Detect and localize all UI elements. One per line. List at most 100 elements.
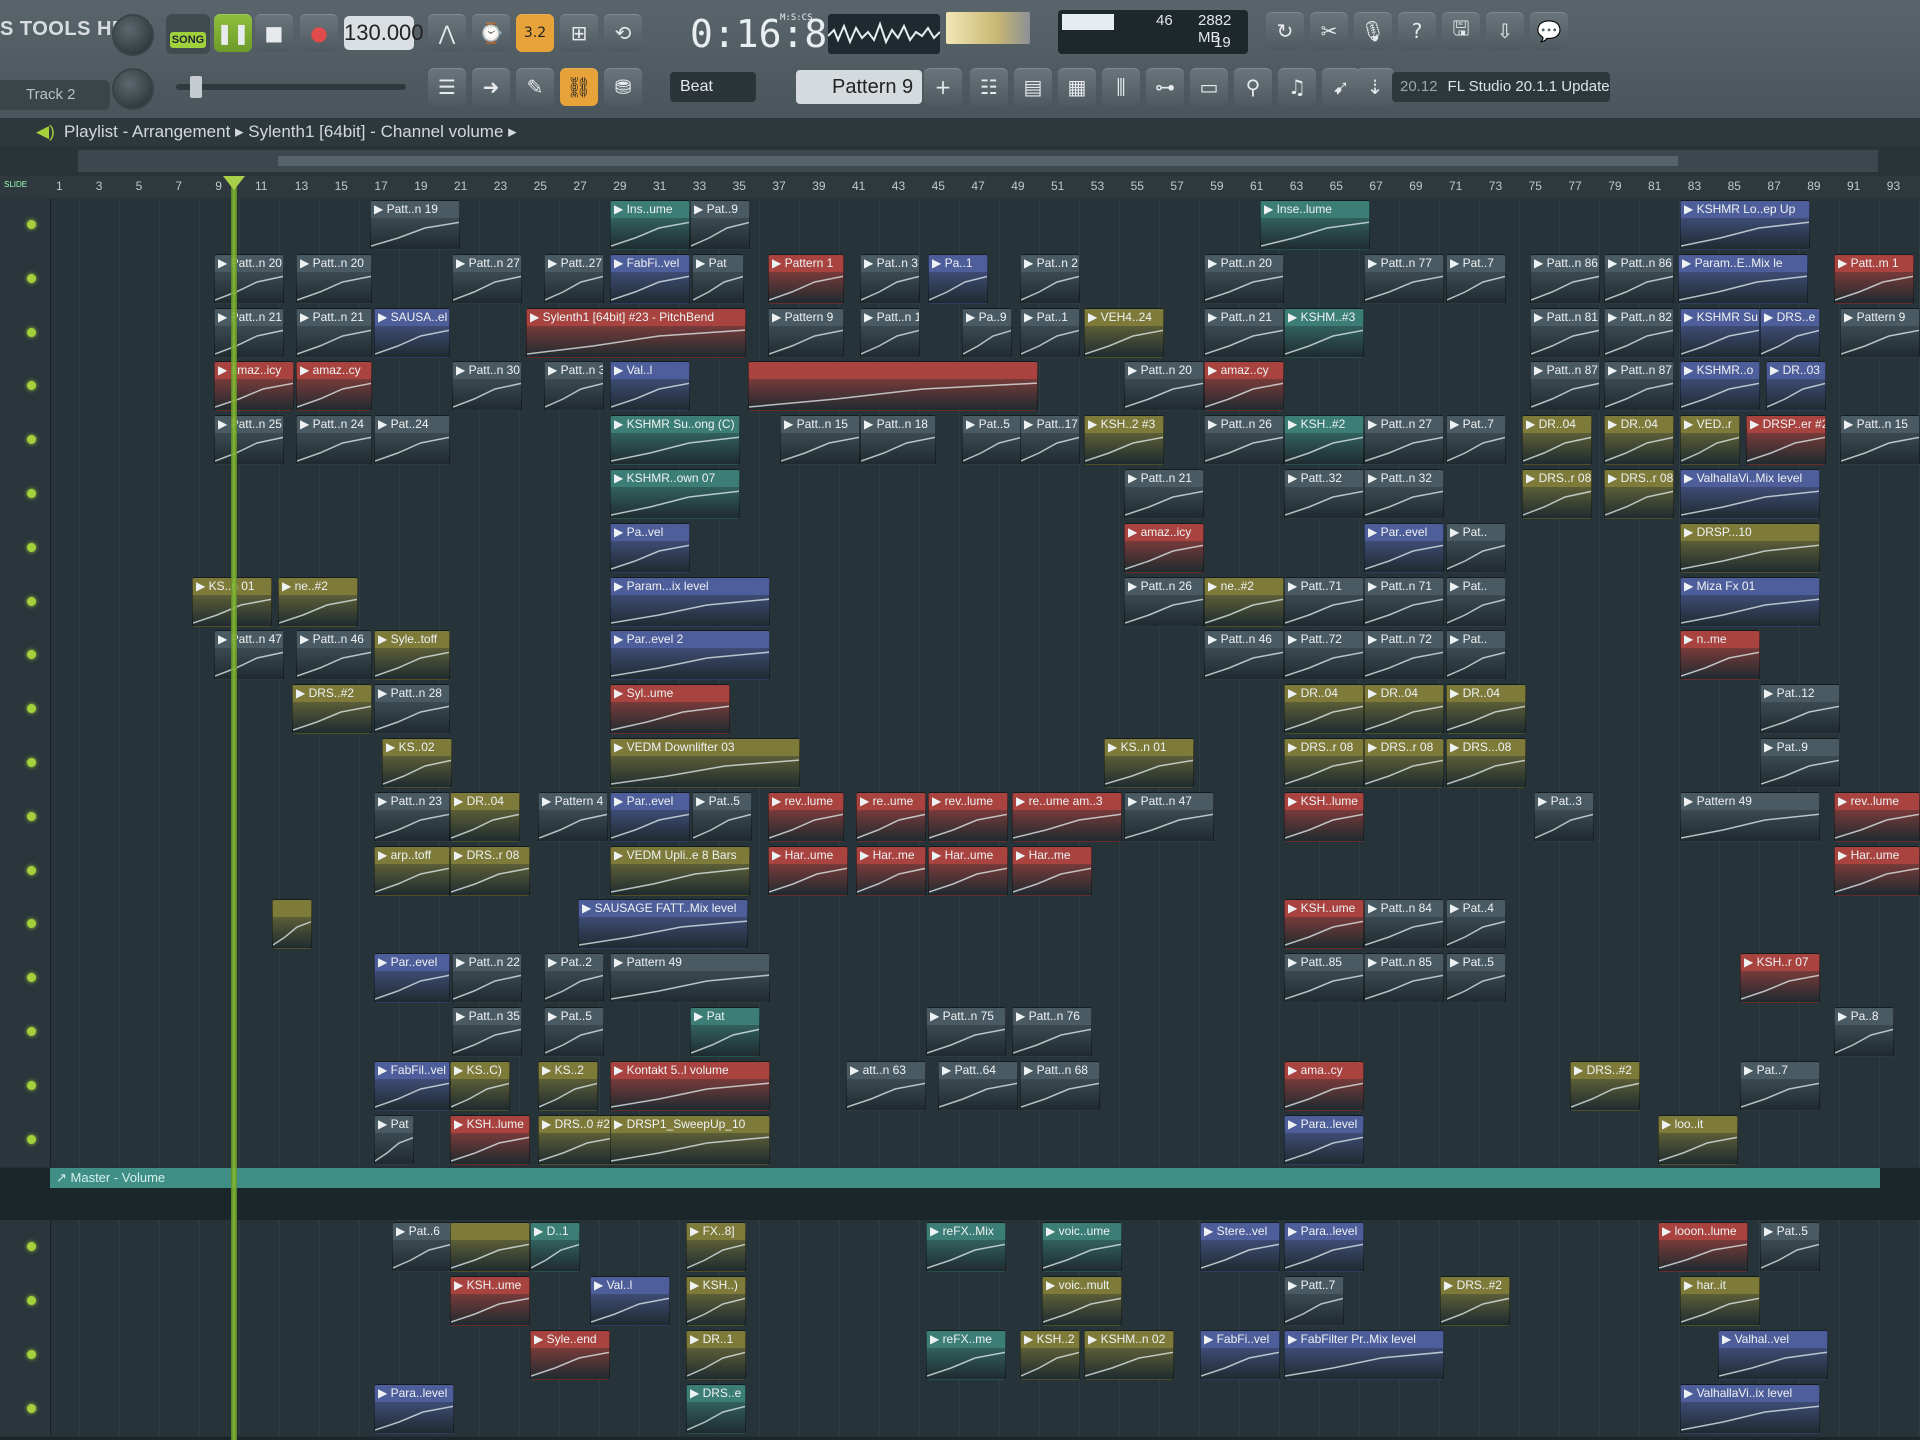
add-pattern-button[interactable]: + xyxy=(924,68,962,106)
pattern-clip[interactable]: ▶ Pat..5 xyxy=(692,791,752,842)
save-icon[interactable]: 🖫 xyxy=(1442,12,1480,50)
pattern-clip[interactable] xyxy=(450,1222,530,1273)
cut-icon[interactable]: ✂ xyxy=(1310,12,1348,50)
pattern-clip[interactable]: ▶ Har..ume xyxy=(1834,845,1920,896)
pattern-clip[interactable]: ▶ Patt..n 22 xyxy=(452,953,522,1004)
pattern-clip[interactable]: ▶ DR..04 xyxy=(1604,415,1674,466)
pattern-clip[interactable]: ▶ Pat..7 xyxy=(1446,253,1506,304)
playlist-track[interactable]: ▶ Par..evel ▶ Patt..n 22 ▶ Pat..2 ▶ Pattern… xyxy=(0,951,1920,1007)
browser-icon[interactable]: ▦ xyxy=(1058,68,1096,106)
pattern-clip[interactable]: ▶ Pat.. xyxy=(1446,630,1506,681)
pattern-clip[interactable]: ▶ Patt..27 xyxy=(544,253,604,304)
pattern-clip[interactable]: ▶ FX..8] xyxy=(686,1222,746,1273)
pattern-clip[interactable]: ▶ Patt..n 87 xyxy=(1604,361,1674,412)
tempo-display[interactable]: 130.000 xyxy=(344,16,424,50)
pattern-clip[interactable]: ▶ reFX..Mix xyxy=(926,1222,1006,1273)
pattern-clip[interactable] xyxy=(272,899,312,950)
pattern-clip[interactable]: ▶ FabFi..vel xyxy=(610,253,690,304)
pattern-clip[interactable]: ▶ Patt..n 27 xyxy=(1364,415,1444,466)
pattern-clip[interactable]: ▶ Patt..n 30 xyxy=(544,361,604,412)
pattern-clip[interactable]: ▶ KSH..2 #3 xyxy=(1084,415,1164,466)
pattern-clip[interactable]: ▶ Pat.. xyxy=(1446,522,1506,573)
pattern-clip[interactable]: ▶ Patt..n 27 xyxy=(452,253,522,304)
pattern-clip[interactable]: ▶ Para..level xyxy=(374,1383,454,1434)
pattern-clip[interactable]: ▶ Patt..n 28 xyxy=(374,684,450,735)
pattern-clip[interactable]: ▶ voic..mult xyxy=(1042,1276,1122,1326)
marker-icon[interactable]: ➹ xyxy=(1322,68,1360,106)
pattern-clip[interactable]: ▶ DRSP...10 xyxy=(1680,522,1820,573)
playlist-track[interactable]: ▶ FabFil..vel ▶ KS..C) ▶ KS..2 ▶ Kontakt 5.… xyxy=(0,1058,1920,1114)
record-button[interactable]: ● xyxy=(300,14,338,52)
pattern-clip[interactable]: ▶ Patt..n 71 xyxy=(1364,576,1444,627)
pattern-clip[interactable]: ▶ Param...ix level xyxy=(610,576,770,627)
playlist-titlebar[interactable]: ◀) Playlist - Arrangement ▸ Sylenth1 [64… xyxy=(0,118,1920,146)
playlist-track[interactable]: ▶ Pa..vel ▶ amaz..icy ▶ Par..evel ▶ Pat.. ▶ … xyxy=(0,520,1920,576)
pencil-icon[interactable]: ✎ xyxy=(516,68,554,106)
pattern-clip[interactable]: ▶ SAUSAGE FATT..Mix level xyxy=(578,899,748,950)
download-icon[interactable]: ⇣ xyxy=(1356,68,1394,106)
pattern-clip[interactable]: ▶ DRSP..er #2 xyxy=(1746,415,1826,466)
pattern-clip[interactable]: ▶ DR..04 xyxy=(1284,684,1364,735)
piano-roll-icon[interactable]: ▤ xyxy=(1014,68,1052,106)
pattern-clip[interactable]: ▶ Pat..n 2 xyxy=(1020,253,1080,304)
pattern-clip[interactable]: ▶ Patt..n 81 xyxy=(1530,307,1600,358)
pattern-clip[interactable]: ▶ rev..lume xyxy=(768,791,844,842)
pattern-clip[interactable]: ▶ Patt..n 20 xyxy=(1204,253,1284,304)
pattern-clip[interactable]: ▶ Pa..1 xyxy=(928,253,988,304)
pattern-clip[interactable]: ▶ Pattern 9 xyxy=(768,307,844,358)
arrow-tool-icon[interactable]: ➜ xyxy=(472,68,510,106)
playlist-track[interactable]: ▶ Patt..n 21 ▶ Patt..n 21 ▶ SAUSA..el ▶ Syl… xyxy=(0,305,1920,361)
pattern-clip[interactable]: ▶ DR..1 xyxy=(686,1329,746,1380)
mixer-icon[interactable]: ⫼ xyxy=(1102,68,1140,106)
undo-icon[interactable]: ↻ xyxy=(1266,12,1304,50)
pattern-clip[interactable]: ▶ Stere..vel xyxy=(1200,1222,1280,1273)
pattern-clip[interactable]: ▶ Patt..n 35 xyxy=(452,1007,522,1057)
pattern-clip[interactable]: ▶ Pat..6 xyxy=(392,1222,452,1273)
pattern-clip[interactable]: ▶ Har..ume xyxy=(768,845,848,896)
pattern-clip[interactable]: ▶ VED..r xyxy=(1680,415,1740,466)
pattern-clip[interactable]: ▶ Par..evel xyxy=(1364,522,1444,573)
pattern-clip[interactable]: ▶ amaz..icy xyxy=(1124,522,1204,573)
pattern-clip[interactable]: ▶ ne..#2 xyxy=(1204,576,1284,627)
stamp-icon[interactable]: ⛃ xyxy=(604,68,642,106)
plugin-icon[interactable]: ⚲ xyxy=(1234,68,1272,106)
pattern-clip[interactable]: ▶ Patt..n 75 xyxy=(926,1007,1006,1057)
pattern-clip[interactable] xyxy=(748,361,1038,412)
wait-input-icon[interactable]: ⌚ xyxy=(472,14,510,52)
track-mute-led[interactable] xyxy=(0,1112,51,1167)
pattern-clip[interactable]: ▶ Pa..9 xyxy=(962,307,1012,358)
pattern-clip[interactable]: ▶ DRS..#2 xyxy=(1570,1060,1640,1111)
pattern-clip[interactable]: ▶ KSHMR..o xyxy=(1680,361,1760,412)
pattern-clip[interactable]: ▶ Pat xyxy=(692,253,744,304)
pattern-clip[interactable]: ▶ Patt..n 72 xyxy=(1364,630,1444,681)
playlist-track[interactable]: ▶ Patt..n 20 ▶ Patt..n 20 ▶ Patt..n 27 ▶ Pa… xyxy=(0,251,1920,307)
pattern-clip[interactable]: ▶ DR..04 xyxy=(1522,415,1592,466)
pattern-clip[interactable]: ▶ Patt..n 84 xyxy=(1364,899,1444,950)
pattern-clip[interactable]: ▶ Patt..17 xyxy=(1020,415,1080,466)
master-volume-automation[interactable]: ↗ Master - Volume xyxy=(50,1168,1880,1189)
pattern-selector[interactable]: Pattern 9 xyxy=(796,70,922,104)
pattern-clip[interactable]: ▶ Param..E..Mix le xyxy=(1678,253,1808,304)
speaker-icon[interactable]: ◀) xyxy=(36,118,55,146)
pattern-clip[interactable]: ▶ DR..04 xyxy=(1446,684,1526,735)
pattern-clip[interactable]: ▶ KSH..lume xyxy=(450,1114,530,1165)
metronome-icon[interactable]: ⋀ xyxy=(428,14,466,52)
pattern-clip[interactable]: ▶ DRS..r 08 xyxy=(450,845,530,896)
playlist-track[interactable]: ▶ Patt..n 19 ▶ Ins..ume ▶ Pat..9 ▶ Inse..lu… xyxy=(0,198,1920,253)
pattern-clip[interactable]: ▶ DRS..#2 xyxy=(292,684,372,735)
pattern-clip[interactable]: ▶ Pattern 49 xyxy=(1680,791,1820,842)
pattern-clip[interactable]: ▶ Patt..n 47 xyxy=(214,630,284,681)
pattern-clip[interactable]: ▶ FabFi..vel xyxy=(1200,1329,1280,1380)
track-mute-led[interactable] xyxy=(0,251,51,306)
pattern-clip[interactable]: ▶ Patt..72 xyxy=(1284,630,1364,681)
pattern-clip[interactable]: ▶ Pat xyxy=(690,1007,760,1057)
pattern-clip[interactable]: ▶ Patt..m 1 xyxy=(1834,253,1914,304)
loop-record-icon[interactable]: ⟲ xyxy=(604,14,642,52)
pattern-clip[interactable]: ▶ KS..n 01 xyxy=(1104,738,1194,788)
pattern-clip[interactable]: ▶ VEH4..24 xyxy=(1084,307,1164,358)
pattern-clip[interactable]: ▶ Patt..n 85 xyxy=(1364,953,1444,1004)
pattern-clip[interactable]: ▶ Val..l xyxy=(610,361,690,412)
time-display[interactable]: 0:16:86 M:S:CS xyxy=(690,6,850,62)
pattern-clip[interactable]: ▶ ValhallaVi..ix level xyxy=(1680,1383,1820,1434)
pattern-clip[interactable]: ▶ Patt..n 82 xyxy=(1604,307,1674,358)
